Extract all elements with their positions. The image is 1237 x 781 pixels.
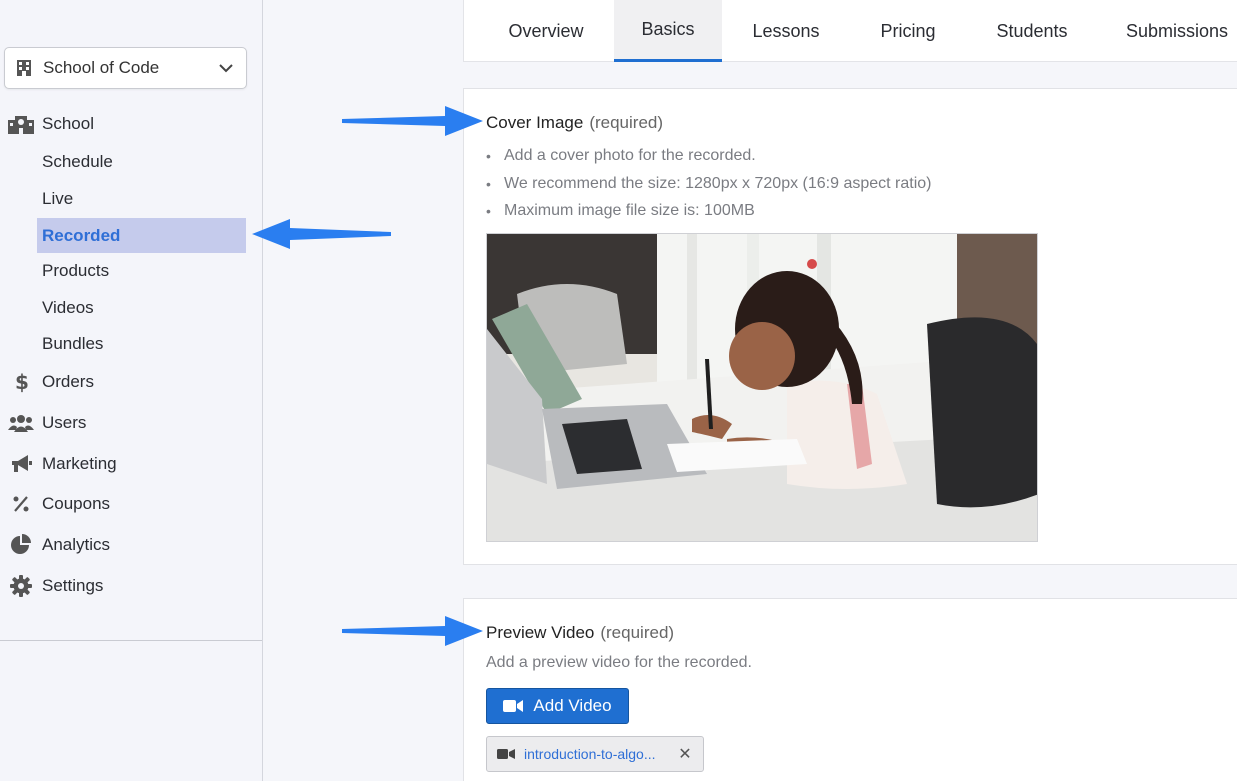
users-icon xyxy=(8,412,34,434)
sidebar-item-schedule[interactable]: Schedule xyxy=(37,144,246,179)
megaphone-icon xyxy=(8,453,34,475)
nav-settings-label: Settings xyxy=(42,576,104,595)
attached-video-chip: introduction-to-algo... ✕ xyxy=(486,736,704,772)
preview-video-title: Preview Video xyxy=(486,623,595,642)
tab-basics[interactable]: Basics xyxy=(614,0,722,62)
attached-video-link[interactable]: introduction-to-algo... xyxy=(524,746,677,762)
nav-coupons[interactable]: Coupons xyxy=(8,491,110,517)
nav-analytics-label: Analytics xyxy=(42,535,111,554)
cover-image-heading: Cover Image (required) xyxy=(486,113,663,133)
sidebar-item-bundles[interactable]: Bundles xyxy=(37,326,246,361)
sidebar: School of Code School Schedule Live Reco… xyxy=(0,0,263,781)
cover-image-preview[interactable] xyxy=(486,233,1038,542)
school-selector-label: School of Code xyxy=(43,58,160,77)
cover-image-guidelines: • Add a cover photo for the recorded. • We… xyxy=(486,145,931,228)
list-item: • Add a cover photo for the recorded. xyxy=(486,147,756,164)
tab-lessons[interactable]: Lessons xyxy=(730,0,842,62)
sidebar-item-live[interactable]: Live xyxy=(37,181,246,216)
nav-marketing[interactable]: Marketing xyxy=(8,451,117,477)
sidebar-item-videos[interactable]: Videos xyxy=(37,290,246,325)
nav-school-label: School xyxy=(42,114,94,133)
cover-image-title: Cover Image xyxy=(486,113,584,132)
sidebar-divider xyxy=(0,640,262,641)
nav-analytics[interactable]: Analytics xyxy=(8,532,110,558)
chevron-down-icon xyxy=(218,60,234,76)
sidebar-item-recorded[interactable]: Recorded xyxy=(37,218,246,253)
nav-settings[interactable]: Settings xyxy=(8,573,103,599)
nav-orders[interactable]: $ Orders xyxy=(8,369,94,395)
nav-users[interactable]: Users xyxy=(8,410,86,436)
tab-students[interactable]: Students xyxy=(974,0,1090,62)
preview-video-required: (required) xyxy=(600,623,675,642)
nav-school[interactable]: School xyxy=(8,111,94,137)
svg-text:$: $ xyxy=(15,371,28,393)
list-item: • Maximum image file size is: 100MB xyxy=(486,202,755,219)
nav-users-label: Users xyxy=(42,413,87,432)
sidebar-item-products[interactable]: Products xyxy=(37,253,246,288)
cover-photo-illustration xyxy=(487,234,1037,541)
cover-image-required: (required) xyxy=(589,113,664,132)
school-icon xyxy=(8,113,34,135)
add-video-label: Add Video xyxy=(533,696,612,715)
percent-icon xyxy=(8,493,34,515)
video-camera-icon xyxy=(497,748,515,760)
school-selector[interactable]: School of Code xyxy=(4,47,247,89)
nav-orders-label: Orders xyxy=(42,372,94,391)
annotation-arrow-recorded xyxy=(252,219,391,249)
pie-chart-icon xyxy=(8,534,34,556)
nav-marketing-label: Marketing xyxy=(42,454,117,473)
video-camera-icon xyxy=(503,699,525,713)
dollar-icon: $ xyxy=(8,371,34,393)
add-video-button[interactable]: Add Video xyxy=(486,688,629,724)
gear-icon xyxy=(8,575,34,597)
annotation-arrow-cover-image xyxy=(342,106,483,136)
cover-image-section: Cover Image (required) • Add a cover photo… xyxy=(463,88,1237,565)
list-item: • We recommend the size: 1280px x 720px (… xyxy=(486,174,932,192)
preview-video-description: Add a preview video for the recorded. xyxy=(486,654,752,671)
course-tabs: Overview Basics Lessons Pricing Students… xyxy=(463,0,1237,62)
tab-pricing[interactable]: Pricing xyxy=(852,0,964,62)
remove-video-icon[interactable]: ✕ xyxy=(677,744,693,764)
preview-video-heading: Preview Video (required) xyxy=(486,623,674,643)
preview-video-section: Preview Video (required) Add a preview vi… xyxy=(463,598,1237,781)
annotation-arrow-preview-video xyxy=(342,616,483,646)
tab-overview[interactable]: Overview xyxy=(486,0,606,62)
tab-submissions[interactable]: Submissions xyxy=(1104,0,1237,62)
building-icon xyxy=(17,60,33,76)
nav-coupons-label: Coupons xyxy=(42,494,111,513)
